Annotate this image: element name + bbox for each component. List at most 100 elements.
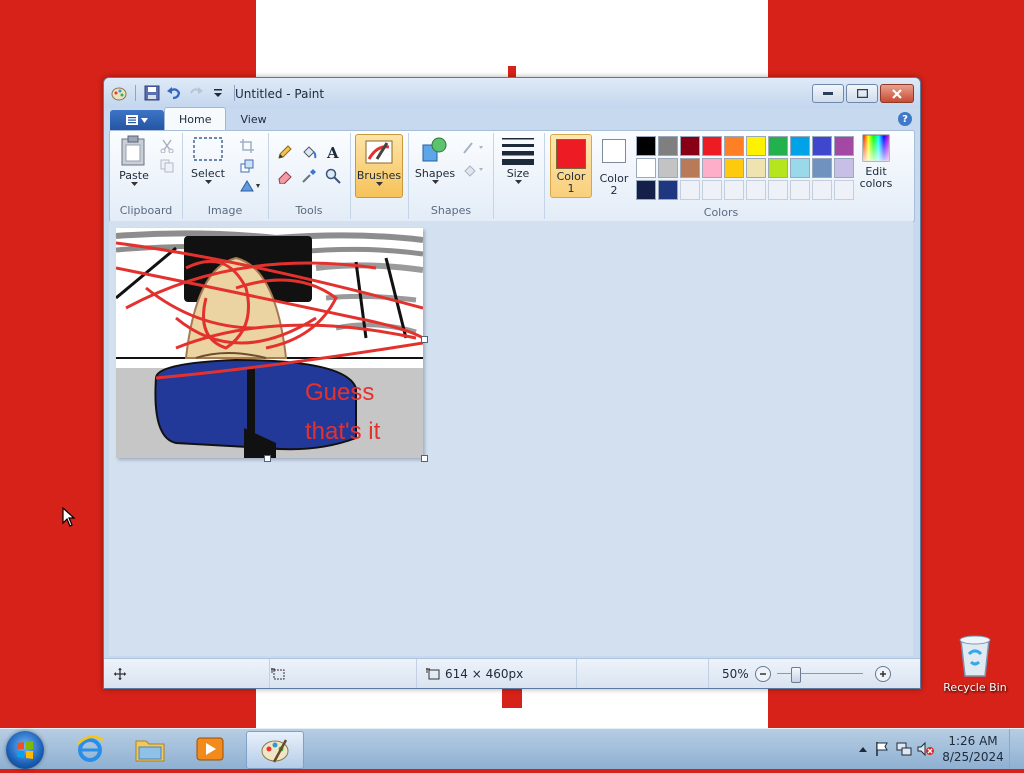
palette-swatch[interactable]	[790, 136, 810, 156]
paint-menu-button[interactable]	[110, 110, 164, 130]
paste-button[interactable]: Paste	[114, 135, 154, 187]
color1-button[interactable]: Color 1	[550, 134, 592, 198]
recycle-bin[interactable]: Recycle Bin	[942, 632, 1008, 694]
zoom-in-button[interactable]	[874, 666, 891, 682]
palette-swatch[interactable]	[834, 180, 854, 200]
resize-handle-bottom[interactable]	[264, 455, 271, 462]
cut-icon[interactable]	[158, 137, 176, 155]
colors-group-label: Colors	[703, 206, 739, 219]
palette-swatch[interactable]	[724, 180, 744, 200]
resize-handle-right[interactable]	[421, 336, 428, 343]
palette-swatch[interactable]	[790, 180, 810, 200]
maximize-button[interactable]	[846, 84, 878, 103]
palette-swatch[interactable]	[834, 136, 854, 156]
taskbar-file-explorer[interactable]	[122, 731, 178, 767]
palette-swatch[interactable]	[812, 180, 832, 200]
palette-swatch[interactable]	[636, 158, 656, 178]
redo-icon[interactable]	[187, 84, 205, 102]
palette-swatch[interactable]	[746, 180, 766, 200]
minimize-button[interactable]	[812, 84, 844, 103]
color2-button[interactable]: Color 2	[594, 134, 634, 197]
palette-swatch[interactable]	[680, 158, 700, 178]
palette-swatch[interactable]	[636, 136, 656, 156]
size-button[interactable]: Size	[496, 135, 540, 185]
fill-icon[interactable]	[298, 141, 320, 163]
copy-icon[interactable]	[158, 157, 176, 175]
palette-swatch[interactable]	[724, 136, 744, 156]
color-picker-icon[interactable]	[298, 165, 320, 187]
color-palette	[636, 136, 854, 200]
palette-swatch[interactable]	[812, 136, 832, 156]
move-cursor-icon	[114, 668, 126, 680]
palette-swatch[interactable]	[636, 180, 656, 200]
save-icon[interactable]	[143, 84, 161, 102]
close-button[interactable]	[880, 84, 914, 103]
palette-swatch[interactable]	[658, 180, 678, 200]
palette-swatch[interactable]	[702, 180, 722, 200]
rotate-icon[interactable]	[238, 177, 262, 195]
volume-muted-icon[interactable]	[915, 741, 937, 757]
start-button[interactable]	[6, 731, 44, 769]
palette-swatch[interactable]	[680, 180, 700, 200]
brushes-button[interactable]: Brushes	[355, 134, 403, 198]
clock[interactable]: 1:26 AM 8/25/2024	[937, 733, 1009, 765]
tools-group: A Tools	[268, 133, 351, 219]
palette-swatch[interactable]	[834, 158, 854, 178]
palette-swatch[interactable]	[658, 136, 678, 156]
outline-icon[interactable]	[461, 139, 487, 157]
palette-swatch[interactable]	[790, 158, 810, 178]
palette-swatch[interactable]	[702, 158, 722, 178]
palette-swatch[interactable]	[812, 158, 832, 178]
customize-toolbar-icon[interactable]	[209, 84, 227, 102]
zoom-thumb[interactable]	[790, 667, 801, 683]
window-title: Untitled - Paint	[235, 87, 325, 101]
color2-label-line2: 2	[610, 184, 618, 197]
palette-swatch[interactable]	[768, 136, 788, 156]
palette-swatch[interactable]	[768, 180, 788, 200]
eraser-icon[interactable]	[274, 165, 296, 187]
image-dimensions: 614 × 460px	[445, 667, 524, 681]
zoom-slider[interactable]	[776, 667, 863, 683]
zoom-out-button[interactable]	[754, 666, 771, 682]
palette-swatch[interactable]	[724, 158, 744, 178]
show-hidden-icons-button[interactable]	[855, 746, 871, 752]
resize-handle-corner[interactable]	[421, 455, 428, 462]
internet-explorer-icon	[77, 735, 104, 762]
palette-swatch[interactable]	[746, 136, 766, 156]
canvas-area[interactable]: Guess that's it	[109, 221, 913, 656]
select-button[interactable]: Select	[188, 135, 228, 185]
show-desktop-button[interactable]	[1009, 729, 1024, 769]
palette-swatch[interactable]	[702, 136, 722, 156]
palette-swatch[interactable]	[768, 158, 788, 178]
chevron-down-icon	[431, 180, 439, 184]
shapes-button[interactable]: Shapes	[413, 135, 457, 185]
file-size-cell	[578, 659, 709, 688]
paint-window: Untitled - Paint Home View ? Paste Clipb…	[103, 77, 921, 689]
undo-icon[interactable]	[165, 84, 183, 102]
action-center-icon[interactable]	[871, 741, 893, 757]
taskbar-internet-explorer[interactable]	[62, 731, 118, 767]
fill-shape-icon[interactable]	[461, 161, 487, 179]
image-canvas[interactable]: Guess that's it	[116, 228, 423, 458]
paint-app-icon[interactable]	[110, 84, 128, 102]
mouse-cursor-icon	[62, 506, 76, 531]
palette-swatch[interactable]	[680, 136, 700, 156]
resize-icon[interactable]	[238, 157, 256, 175]
pencil-icon[interactable]	[274, 141, 296, 163]
tab-home[interactable]: Home	[164, 107, 227, 130]
magnifier-icon[interactable]	[322, 165, 344, 187]
image-size-icon	[426, 668, 440, 680]
image-group-label: Image	[207, 204, 243, 217]
palette-swatch[interactable]	[746, 158, 766, 178]
palette-swatch[interactable]	[658, 158, 678, 178]
drawing: Guess that's it	[116, 228, 423, 458]
paint-menu-icon	[126, 115, 138, 125]
help-icon[interactable]: ?	[898, 112, 912, 126]
edit-colors-button[interactable]: Edit colors	[856, 134, 896, 190]
taskbar-media-player[interactable]	[182, 731, 238, 767]
text-icon[interactable]: A	[322, 141, 344, 163]
tab-view[interactable]: View	[226, 108, 280, 130]
crop-icon[interactable]	[238, 137, 256, 155]
taskbar-paint[interactable]	[246, 731, 304, 769]
network-icon[interactable]	[893, 741, 915, 757]
